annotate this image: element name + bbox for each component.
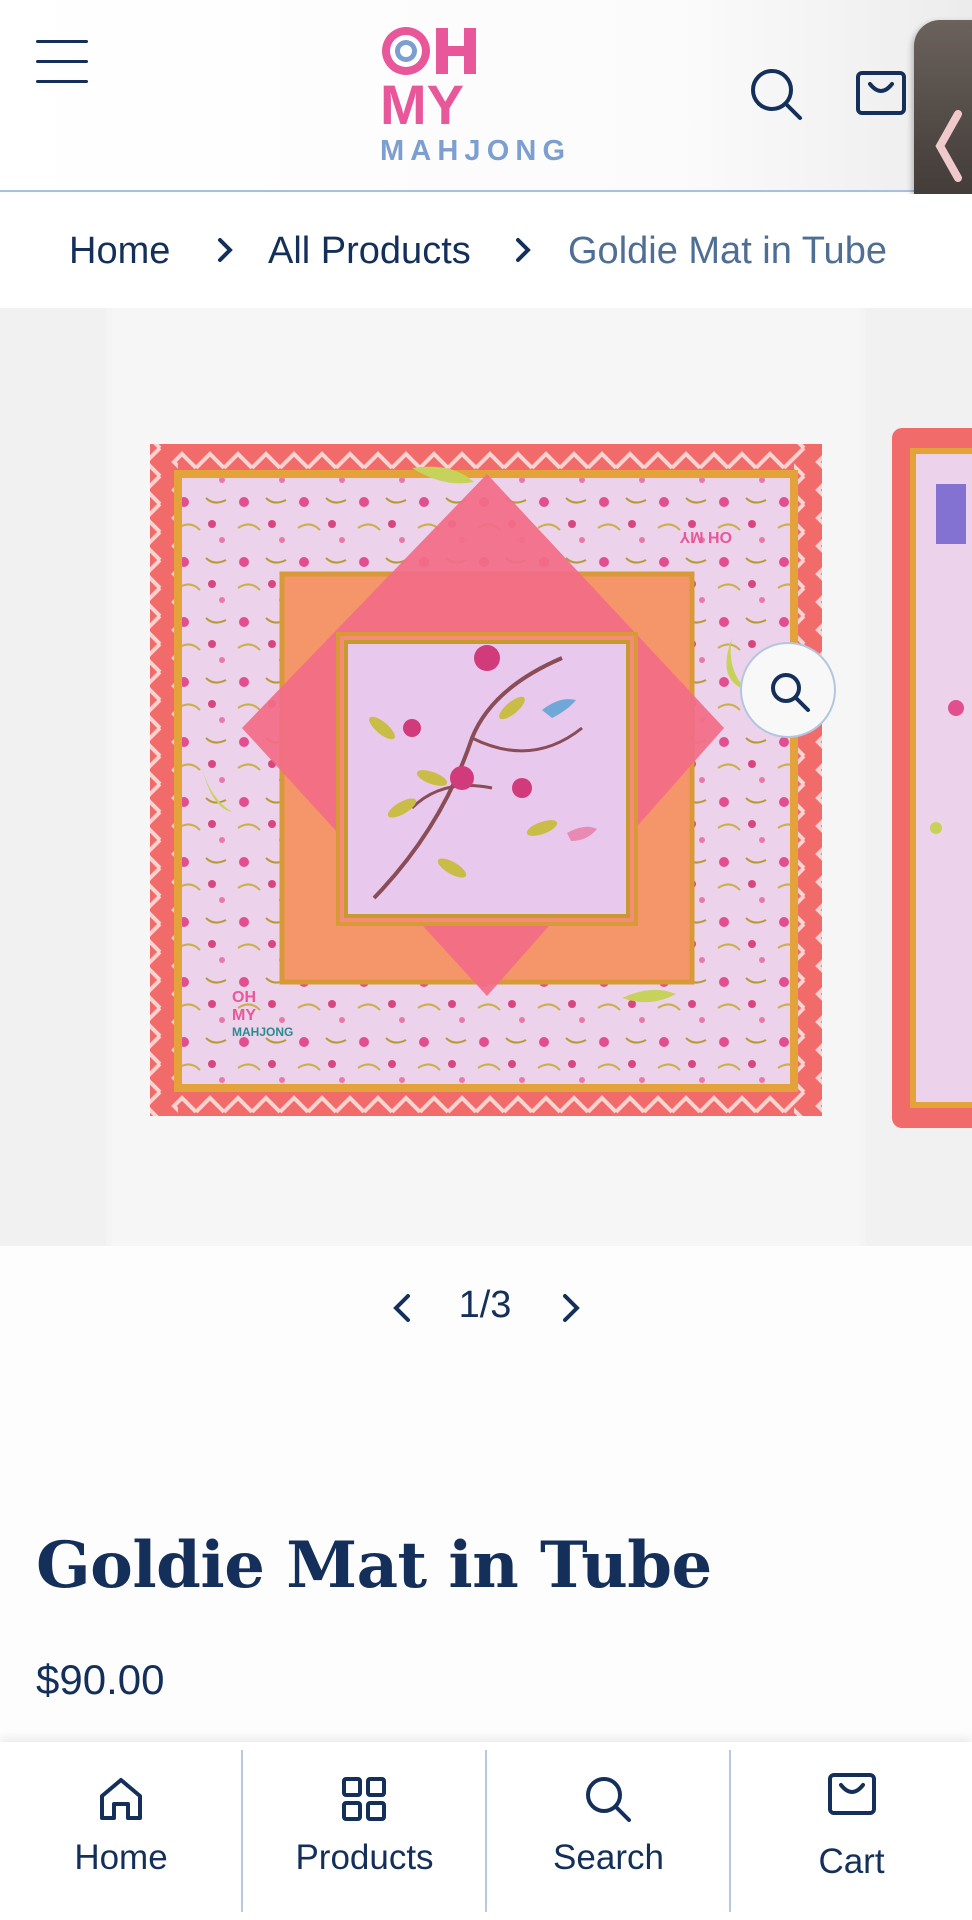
svg-text:MY: MY: [232, 1007, 256, 1024]
mahjong-mat-illustration: OH MY OH MY MAHJONG: [150, 444, 822, 1116]
nav-search-label: Search: [553, 1838, 664, 1877]
nav-search[interactable]: Search: [487, 1742, 730, 1920]
search-icon: [586, 1777, 631, 1822]
product-gallery[interactable]: OH MY OH MY MAHJONG: [0, 308, 972, 1246]
product-price: $90.00: [36, 1656, 165, 1703]
site-header: MY MAHJONG: [0, 0, 972, 250]
magnifier-icon: [771, 673, 810, 712]
zoom-image-button[interactable]: [740, 642, 836, 738]
product-image-goldie-mat[interactable]: OH MY OH MY MAHJONG: [112, 308, 859, 1246]
nav-cart-label: Cart: [818, 1842, 885, 1881]
nav-products[interactable]: Products: [243, 1742, 486, 1920]
svg-text:MAHJONG: MAHJONG: [232, 1025, 293, 1039]
previous-slide-peek: [0, 308, 106, 1246]
chevron-left-icon: [935, 110, 962, 182]
nav-products-label: Products: [295, 1838, 434, 1877]
svg-text:MAHJONG: MAHJONG: [380, 135, 566, 164]
next-slide-button[interactable]: [555, 1290, 585, 1326]
bottom-navigation: Home Products Search Cart: [0, 1742, 972, 1920]
chevron-right-icon: [516, 238, 531, 262]
slide-counter: 1/3: [458, 1284, 512, 1326]
breadcrumb-all-products-link[interactable]: All Products: [268, 230, 471, 273]
home-icon: [100, 1778, 142, 1820]
hamburger-menu-icon[interactable]: [36, 38, 88, 86]
svg-text:MY: MY: [380, 73, 464, 136]
shopping-bag-icon: [828, 1773, 876, 1815]
svg-text:OH: OH: [232, 989, 256, 1006]
search-icon[interactable]: [748, 66, 804, 122]
next-slide-peek: [866, 308, 972, 1246]
shopping-bag-icon[interactable]: [855, 70, 907, 116]
oh-my-mahjong-logo[interactable]: MY MAHJONG: [378, 22, 568, 164]
grid-icon: [342, 1777, 386, 1821]
previous-slide-button[interactable]: [388, 1290, 418, 1326]
breadcrumb-home-link[interactable]: Home: [69, 230, 170, 273]
nav-home-label: Home: [74, 1838, 168, 1877]
svg-text:OH MY: OH MY: [679, 528, 732, 545]
nav-home[interactable]: Home: [0, 1742, 242, 1920]
chevron-right-icon: [218, 238, 233, 262]
breadcrumb-current-page: Goldie Mat in Tube: [568, 230, 887, 272]
product-title: Goldie Mat in Tube: [36, 1528, 712, 1603]
nav-cart[interactable]: Cart: [731, 1742, 972, 1920]
